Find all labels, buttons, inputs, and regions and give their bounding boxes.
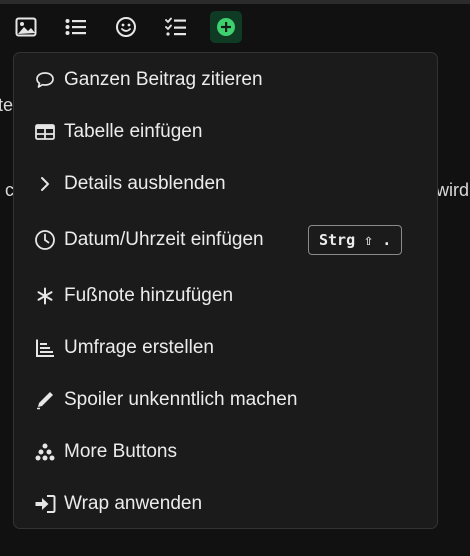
more-dots-icon [34, 441, 56, 463]
menu-item-quote-post[interactable]: Ganzen Beitrag zitieren [14, 57, 437, 103]
menu-item-label: Umfrage erstellen [64, 337, 214, 358]
menu-item-more-buttons[interactable]: More Buttons [14, 429, 437, 475]
editor-text-fragment: te [0, 95, 14, 115]
plus-circle-icon [216, 17, 236, 37]
emoji-button[interactable] [110, 11, 142, 43]
emoji-icon [115, 16, 137, 38]
menu-item-label: Details ausblenden [64, 173, 226, 194]
poll-chart-icon [34, 337, 56, 359]
keyboard-shortcut: Strg ⇧ . [308, 225, 403, 255]
toolbar-popup-menu-button[interactable] [210, 11, 242, 43]
marker-pen-icon [34, 389, 56, 411]
menu-item-label: Spoiler unkenntlich machen [64, 389, 298, 410]
menu-item-hide-details[interactable]: Details ausblenden [14, 161, 437, 207]
sign-in-icon [34, 493, 56, 515]
menu-item-label: Fußnote hinzufügen [64, 285, 234, 306]
bullet-list-button[interactable] [60, 11, 92, 43]
checklist-button[interactable] [160, 11, 192, 43]
menu-item-label: Ganzen Beitrag zitieren [64, 69, 263, 90]
menu-item-spoiler[interactable]: Spoiler unkenntlich machen [14, 377, 437, 423]
composer-toolbar [0, 4, 470, 50]
insert-image-button[interactable] [10, 11, 42, 43]
table-icon [34, 121, 56, 143]
image-icon [15, 17, 37, 37]
clock-icon [34, 229, 56, 251]
checklist-icon [165, 17, 187, 37]
menu-item-label: Wrap anwenden [64, 493, 203, 514]
speech-bubble-icon [34, 69, 56, 91]
bullet-list-icon [65, 18, 87, 36]
menu-item-insert-table[interactable]: Tabelle einfügen [14, 109, 437, 155]
menu-item-label: Datum/Uhrzeit einfügen [64, 229, 264, 250]
toolbar-popup-menu: Ganzen Beitrag zitieren Tabelle einfügen… [13, 52, 438, 529]
menu-item-insert-datetime[interactable]: Datum/Uhrzeit einfügen Strg ⇧ . [14, 217, 437, 263]
chevron-right-icon [34, 173, 56, 195]
menu-item-apply-wrap[interactable]: Wrap anwenden [14, 481, 437, 527]
menu-item-add-footnote[interactable]: Fußnote hinzufügen [14, 273, 437, 319]
editor-text-fragment: wird [436, 180, 470, 200]
menu-item-label: More Buttons [64, 441, 177, 462]
asterisk-icon [34, 285, 56, 307]
menu-item-create-poll[interactable]: Umfrage erstellen [14, 325, 437, 371]
menu-item-label: Tabelle einfügen [64, 121, 203, 142]
